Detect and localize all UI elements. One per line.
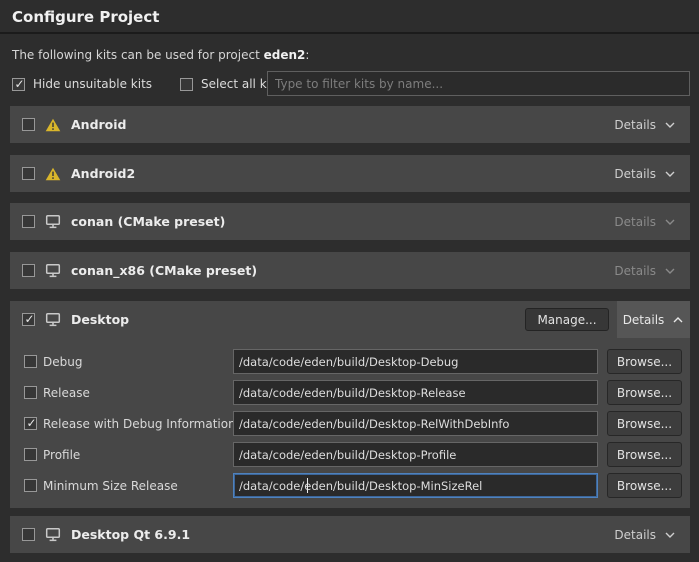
details-label: Details <box>614 264 656 278</box>
kit-checkbox[interactable] <box>22 118 35 131</box>
build-config-label: Profile <box>43 448 80 462</box>
build-config-row-minsizerel: Minimum Size Release Browse... <box>10 473 690 498</box>
filter-bar: Hide unsuitable kits Select all kits <box>12 71 301 97</box>
details-label: Details <box>623 313 665 327</box>
kit-checkbox[interactable] <box>22 215 35 228</box>
kit-filter-input[interactable] <box>267 71 690 96</box>
hide-unsuitable-kits-checkbox[interactable] <box>12 78 25 91</box>
chevron-down-icon <box>664 121 676 129</box>
hide-unsuitable-kits-label: Hide unsuitable kits <box>33 77 152 91</box>
kit-row-android2[interactable]: Android2 Details <box>10 155 690 192</box>
kit-header: conan (CMake preset) Details <box>10 203 690 240</box>
kit-row-conan[interactable]: conan (CMake preset) Details <box>10 203 690 240</box>
build-config-label: Release with Debug Information <box>43 417 236 431</box>
kit-row-desktop-qt-691[interactable]: Desktop Qt 6.9.1 Details <box>10 516 690 553</box>
kit-name: Android2 <box>71 166 135 181</box>
kit-name: Android <box>71 117 127 132</box>
build-config-label: Release <box>43 386 90 400</box>
kit-checkbox[interactable] <box>22 528 35 541</box>
build-dir-input[interactable] <box>233 411 598 436</box>
kit-row-conan-x86[interactable]: conan_x86 (CMake preset) Details <box>10 252 690 289</box>
kit-row-android[interactable]: Android Details <box>10 106 690 143</box>
kit-header: conan_x86 (CMake preset) Details <box>10 252 690 289</box>
kit-name: conan (CMake preset) <box>71 214 225 229</box>
build-config-checkbox[interactable] <box>24 417 37 430</box>
intro-suffix: : <box>305 48 309 62</box>
kit-header: Desktop Manage... Details <box>10 301 690 338</box>
build-dir-input[interactable] <box>233 380 598 405</box>
build-config-checkbox[interactable] <box>24 479 37 492</box>
browse-button[interactable]: Browse... <box>607 349 682 374</box>
build-dir-input[interactable] <box>233 349 598 374</box>
manage-button[interactable]: Manage... <box>525 308 609 331</box>
kits-intro-text: The following kits can be used for proje… <box>12 48 309 62</box>
text-caret <box>307 478 308 493</box>
project-name: eden2 <box>264 48 306 62</box>
details-label: Details <box>614 215 656 229</box>
details-button[interactable]: Details <box>614 252 676 289</box>
title-divider <box>0 32 699 34</box>
details-button[interactable]: Details <box>614 106 676 143</box>
details-label: Details <box>614 528 656 542</box>
details-label: Details <box>614 118 656 132</box>
build-config-row-profile: Profile Browse... <box>10 442 690 467</box>
details-button[interactable]: Details <box>614 203 676 240</box>
kit-header: Android Details <box>10 106 690 143</box>
desktop-monitor-icon <box>45 527 61 542</box>
kit-row-desktop[interactable]: Desktop Manage... Details Debug Browse..… <box>10 301 690 508</box>
intro-prefix: The following kits can be used for proje… <box>12 48 264 62</box>
kit-checkbox[interactable] <box>22 264 35 277</box>
chevron-down-icon <box>664 267 676 275</box>
details-button[interactable]: Details <box>614 155 676 192</box>
desktop-monitor-icon <box>45 312 61 327</box>
warning-icon <box>45 167 61 181</box>
build-config-label: Debug <box>43 355 82 369</box>
browse-button[interactable]: Browse... <box>607 473 682 498</box>
browse-button[interactable]: Browse... <box>607 411 682 436</box>
configure-project-page: { "header": { "title": "Configure Projec… <box>0 0 699 562</box>
warning-icon <box>45 118 61 132</box>
kit-header: Desktop Qt 6.9.1 Details <box>10 516 690 553</box>
kit-checkbox[interactable] <box>22 167 35 180</box>
build-config-row-release: Release Browse... <box>10 380 690 405</box>
kit-name: conan_x86 (CMake preset) <box>71 263 257 278</box>
build-config-checkbox[interactable] <box>24 386 37 399</box>
select-all-kits-checkbox[interactable] <box>180 78 193 91</box>
browse-button[interactable]: Browse... <box>607 380 682 405</box>
desktop-monitor-icon <box>45 214 61 229</box>
kit-name: Desktop Qt 6.9.1 <box>71 527 190 542</box>
chevron-down-icon <box>664 531 676 539</box>
details-button[interactable]: Details <box>614 516 676 553</box>
details-label: Details <box>614 167 656 181</box>
build-dir-input-focused[interactable] <box>233 473 598 498</box>
details-button-expanded[interactable]: Details <box>617 301 690 338</box>
build-config-checkbox[interactable] <box>24 355 37 368</box>
chevron-up-icon <box>672 316 684 324</box>
page-title: Configure Project <box>12 8 159 26</box>
kit-header: Android2 Details <box>10 155 690 192</box>
chevron-down-icon <box>664 218 676 226</box>
build-config-checkbox[interactable] <box>24 448 37 461</box>
chevron-down-icon <box>664 170 676 178</box>
kit-checkbox[interactable] <box>22 313 35 326</box>
browse-button[interactable]: Browse... <box>607 442 682 467</box>
kit-name: Desktop <box>71 312 129 327</box>
build-config-row-relwithdebinfo: Release with Debug Information Browse... <box>10 411 690 436</box>
build-config-row-debug: Debug Browse... <box>10 349 690 374</box>
desktop-monitor-icon <box>45 263 61 278</box>
build-config-label: Minimum Size Release <box>43 479 178 493</box>
build-dir-input[interactable] <box>233 442 598 467</box>
